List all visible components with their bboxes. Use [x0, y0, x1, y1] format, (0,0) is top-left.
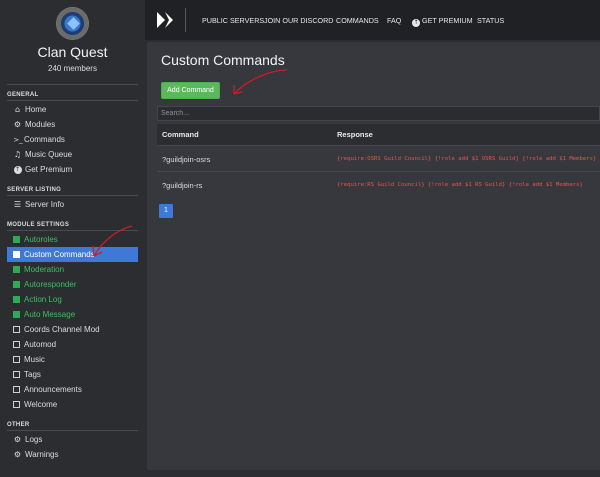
table-header: Command Response	[157, 124, 600, 145]
module-enabled-indicator	[13, 281, 20, 288]
terminal-icon: >_	[13, 135, 23, 144]
server-member-count: 240 members	[48, 64, 97, 73]
nav-link-status[interactable]: STATUS	[477, 16, 504, 25]
sidebar-item-autoroles[interactable]: Autoroles	[7, 232, 138, 247]
divider	[7, 84, 138, 85]
sidebar-item-label: Warnings	[25, 450, 59, 459]
nav-link-label: GET PREMIUM	[422, 16, 473, 25]
logo-icon[interactable]	[154, 9, 176, 31]
module-enabled-indicator	[13, 311, 20, 318]
sidebar-item-get-premium[interactable]: ↑ Get Premium	[7, 162, 138, 177]
sidebar-item-server-info[interactable]: ☰ Server Info	[7, 197, 138, 212]
sidebar-item-commands[interactable]: >_ Commands	[7, 132, 138, 147]
sidebar-item-autoresponder[interactable]: Autoresponder	[7, 277, 138, 292]
section-heading-general: GENERAL	[7, 92, 39, 98]
sidebar-item-label: Auto Message	[24, 310, 76, 319]
pagination-page-button[interactable]: 1	[159, 204, 173, 218]
divider	[185, 8, 186, 32]
server-name: Clan Quest	[37, 44, 108, 60]
module-indicator	[13, 386, 20, 393]
sidebar-item-modules[interactable]: ⚙ Modules	[7, 117, 138, 132]
page-title: Custom Commands	[161, 52, 285, 68]
music-icon: ♫	[13, 150, 22, 159]
section-heading-other: OTHER	[7, 422, 30, 428]
nav-link-commands[interactable]: COMMANDS	[336, 16, 379, 25]
sidebar: Clan Quest 240 members GENERAL ⌂ Home ⚙ …	[0, 0, 145, 477]
sidebar-item-label: Commands	[24, 135, 65, 144]
cogs-icon: ⚙	[13, 435, 22, 444]
sidebar-item-custom-commands[interactable]: Custom Commands	[7, 247, 138, 262]
modules-icon: ⚙	[13, 120, 22, 129]
nav-link-faq[interactable]: FAQ	[387, 16, 401, 25]
sidebar-item-action-log[interactable]: Action Log	[7, 292, 138, 307]
server-icon	[56, 7, 89, 40]
sidebar-item-label: Get Premium	[25, 165, 73, 174]
sidebar-item-label: Music Queue	[25, 150, 73, 159]
premium-icon: ↑	[13, 165, 22, 174]
add-command-button[interactable]: Add Command	[161, 82, 220, 99]
sidebar-item-label: Announcements	[24, 385, 82, 394]
sidebar-item-welcome[interactable]: Welcome	[7, 397, 138, 412]
sidebar-item-home[interactable]: ⌂ Home	[7, 102, 138, 117]
premium-icon: ↑	[412, 19, 420, 27]
sidebar-item-tags[interactable]: Tags	[7, 367, 138, 382]
sidebar-item-label: Autoresponder	[24, 280, 77, 289]
section-heading-module-settings: MODULE SETTINGS	[7, 222, 70, 228]
cogs-icon: ⚙	[13, 450, 22, 459]
sidebar-item-announcements[interactable]: Announcements	[7, 382, 138, 397]
search-input[interactable]	[157, 106, 600, 121]
sidebar-item-label: Automod	[24, 340, 57, 349]
sidebar-item-label: Action Log	[24, 295, 62, 304]
divider	[7, 230, 138, 231]
command-cell: ?guildjoin-osrs	[162, 155, 211, 164]
sidebar-item-label: Server Info	[25, 200, 65, 209]
sidebar-item-label: Welcome	[24, 400, 58, 409]
module-enabled-indicator	[13, 296, 20, 303]
sidebar-item-automod[interactable]: Automod	[7, 337, 138, 352]
nav-link-public-servers[interactable]: PUBLIC SERVERS	[202, 16, 264, 25]
divider	[7, 430, 138, 431]
table-row[interactable]: ?guildjoin-osrs {require:OSRS Guild Coun…	[157, 145, 600, 171]
sidebar-item-music-queue[interactable]: ♫ Music Queue	[7, 147, 138, 162]
sidebar-item-label: Moderation	[24, 265, 65, 274]
module-indicator	[13, 341, 20, 348]
nav-link-join-discord[interactable]: JOIN OUR DISCORD	[264, 16, 333, 25]
sidebar-item-label: Coords Channel Mod	[24, 325, 100, 334]
sidebar-item-label: Music	[24, 355, 45, 364]
sidebar-item-moderation[interactable]: Moderation	[7, 262, 138, 277]
response-cell: {require:OSRS Guild Council} {!role add …	[337, 156, 597, 162]
response-cell: {require:RS Guild Council} {!role add $1…	[337, 182, 583, 188]
section-heading-server-listing: SERVER LISTING	[7, 187, 62, 193]
module-indicator	[13, 401, 20, 408]
home-icon: ⌂	[14, 105, 21, 114]
sidebar-item-music[interactable]: Music	[7, 352, 138, 367]
nav-link-get-premium[interactable]: ↑ GET PREMIUM	[412, 16, 473, 27]
sidebar-item-label: Modules	[25, 120, 56, 129]
sidebar-item-label: Autoroles	[24, 235, 58, 244]
sidebar-item-auto-message[interactable]: Auto Message	[7, 307, 138, 322]
table-row[interactable]: ?guildjoin-rs {require:RS Guild Council}…	[157, 171, 600, 197]
column-header-response: Response	[337, 130, 373, 139]
list-icon: ☰	[13, 200, 22, 209]
module-indicator	[13, 326, 20, 333]
command-cell: ?guildjoin-rs	[162, 181, 203, 190]
divider	[7, 195, 138, 196]
module-enabled-indicator	[13, 266, 20, 273]
module-indicator	[13, 371, 20, 378]
divider	[7, 100, 138, 101]
sidebar-item-label: Home	[25, 105, 47, 114]
sidebar-item-warnings[interactable]: ⚙ Warnings	[7, 447, 138, 462]
column-header-command: Command	[162, 130, 199, 139]
module-indicator	[13, 356, 20, 363]
sidebar-item-coords-channel-mod[interactable]: Coords Channel Mod	[7, 322, 138, 337]
sidebar-item-logs[interactable]: ⚙ Logs	[7, 432, 138, 447]
sidebar-item-label: Custom Commands	[24, 250, 95, 259]
sidebar-item-label: Tags	[24, 370, 41, 379]
module-indicator	[13, 251, 20, 258]
module-enabled-indicator	[13, 236, 20, 243]
sidebar-item-label: Logs	[25, 435, 43, 444]
